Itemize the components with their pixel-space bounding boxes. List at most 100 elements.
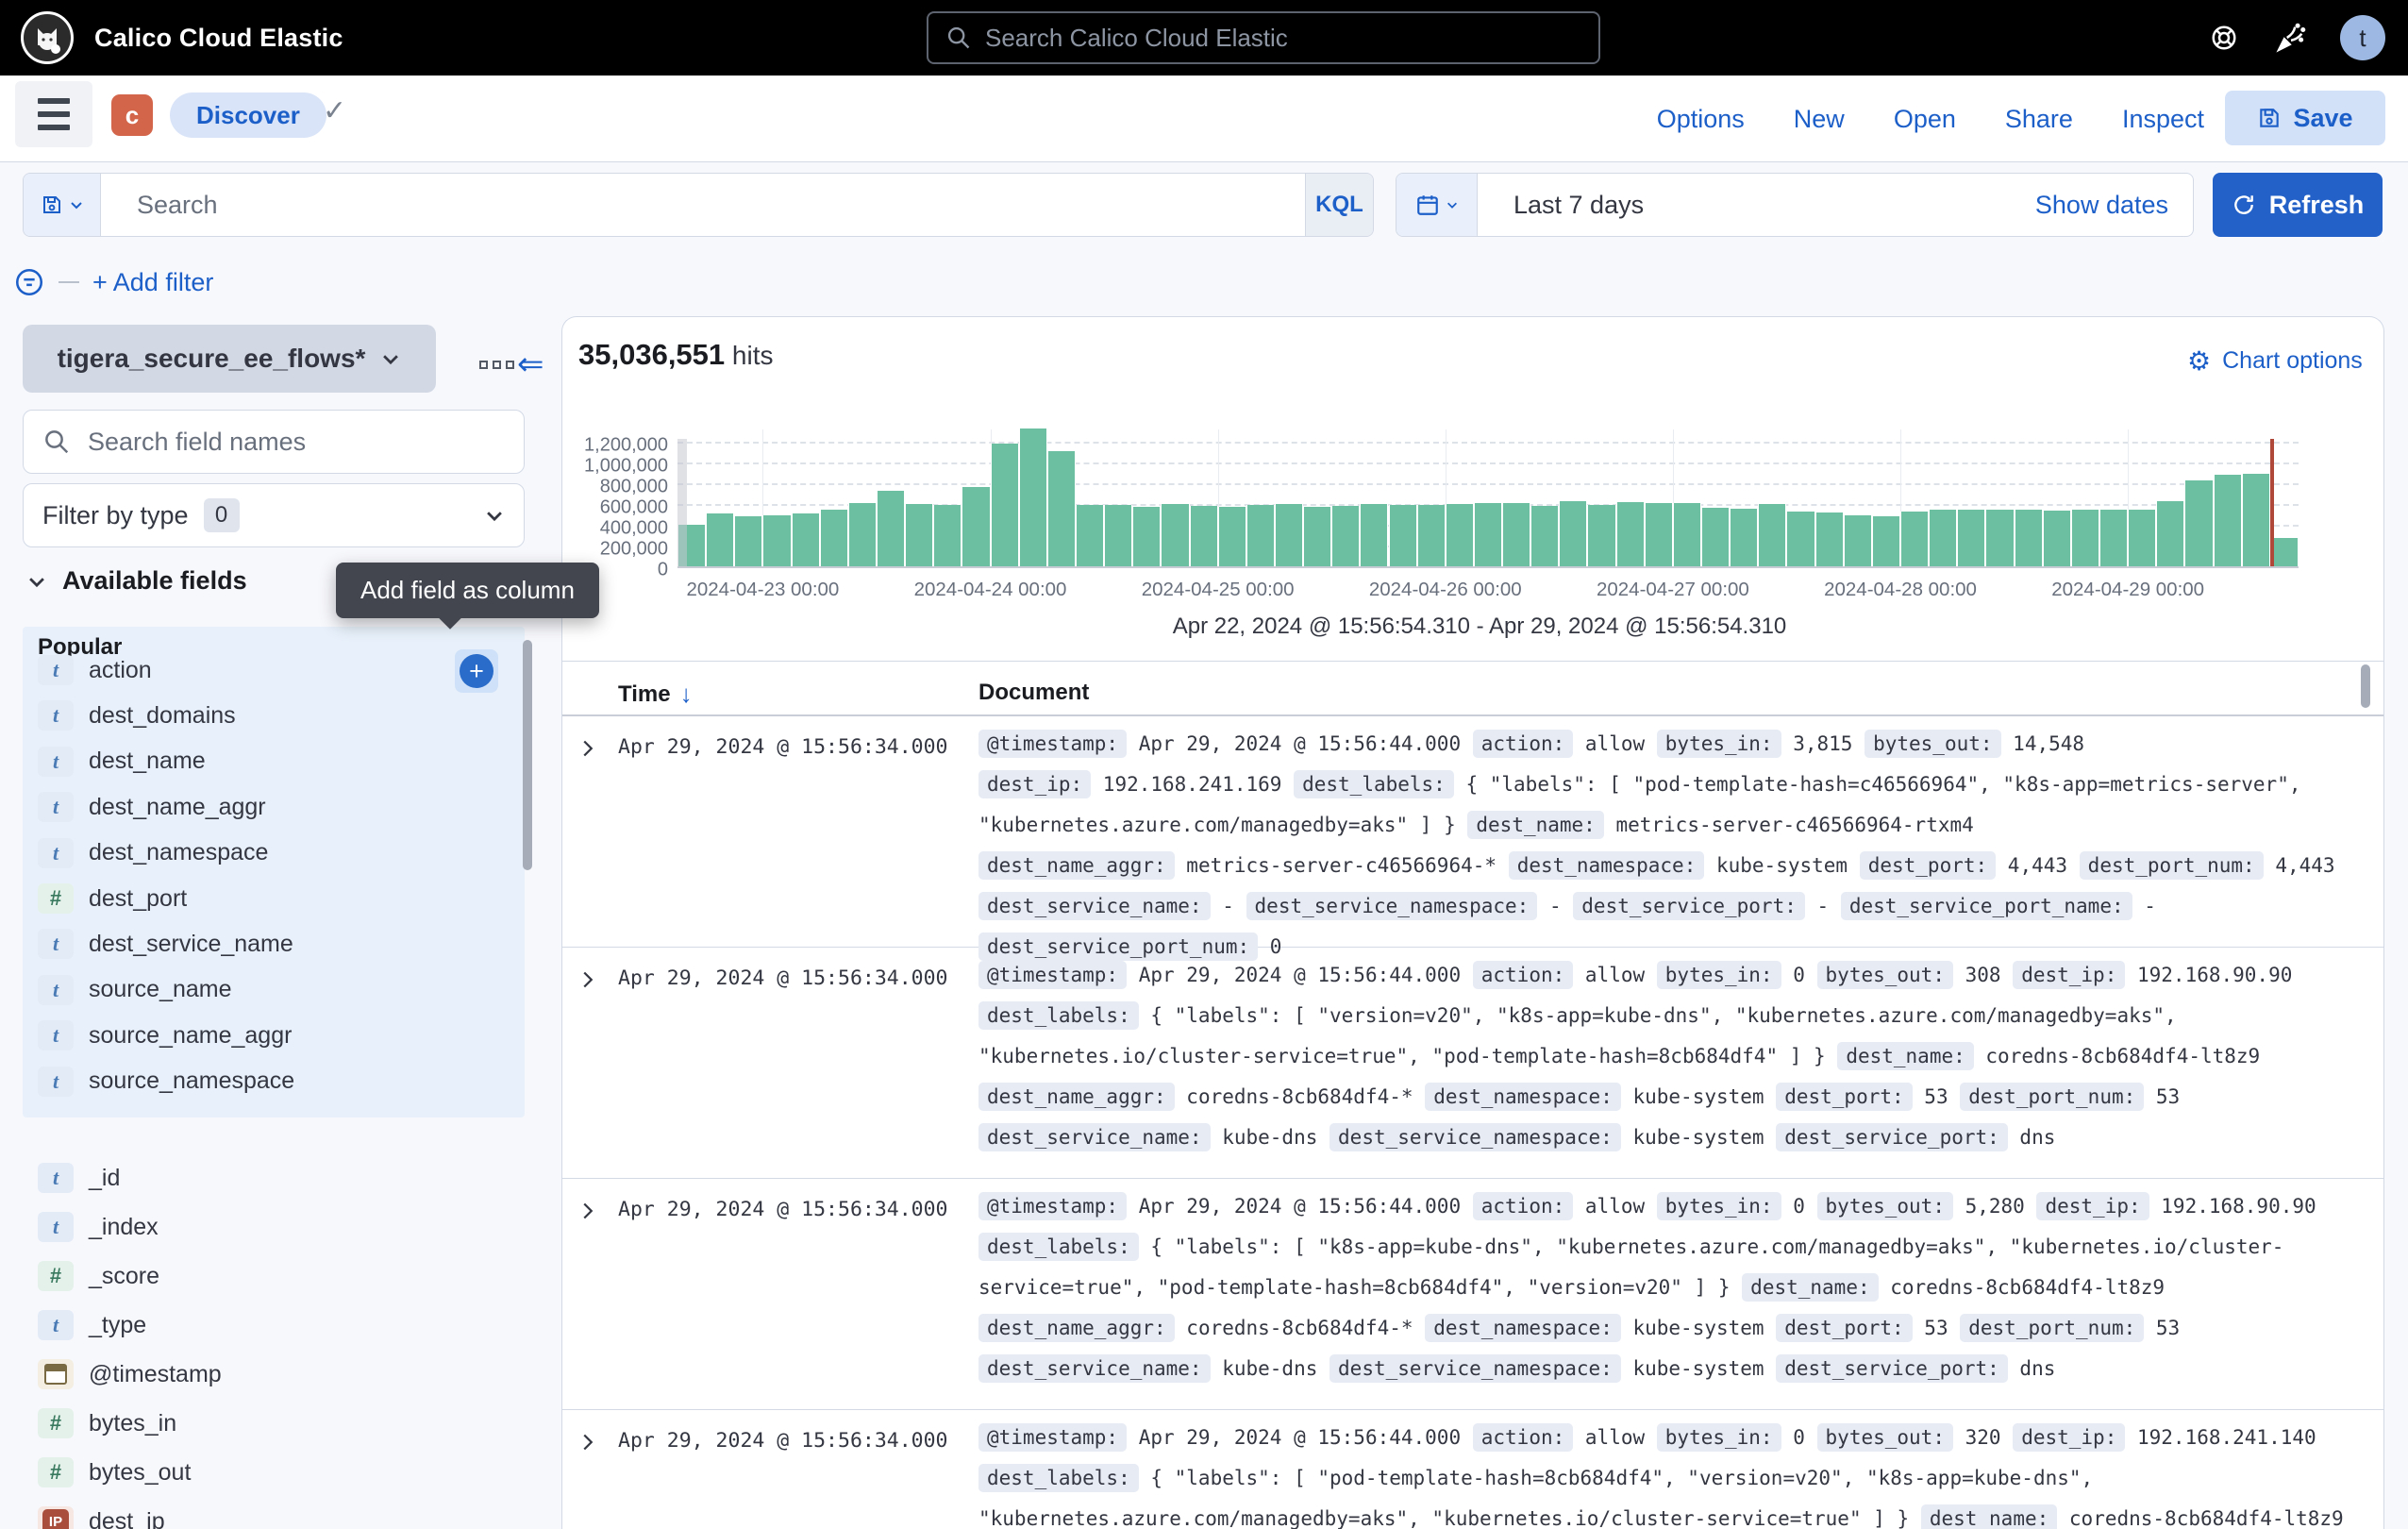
histogram-bar[interactable] [2242,474,2270,566]
histogram-bar[interactable] [2015,510,2043,566]
histogram-bar[interactable] [1844,515,1872,566]
histogram-bar[interactable] [1047,451,1076,566]
sidebar-field-@timestamp[interactable]: @timestamp [38,1355,222,1393]
sidebar-field-bytes_in[interactable]: #bytes_in [38,1404,176,1442]
histogram-bar[interactable] [1132,507,1161,566]
histogram-bar[interactable] [2184,480,2213,566]
toolbar-link-share[interactable]: Share [2005,105,2073,134]
sidebar-field-_id[interactable]: t_id [38,1159,120,1197]
sidebar-field-bytes_out[interactable]: #bytes_out [38,1453,191,1491]
sidebar-field-dest_port[interactable]: #dest_port [38,880,187,917]
histogram-bar[interactable] [1929,510,1957,567]
histogram-bar[interactable] [1530,506,1559,566]
index-pattern-selector[interactable]: tigera_secure_ee_flows* [23,325,436,393]
save-button[interactable]: Save [2225,91,2385,145]
histogram-bar[interactable] [2156,501,2184,566]
histogram-bar[interactable] [877,491,905,566]
available-fields-header[interactable]: Available fields [26,566,247,596]
histogram-bar[interactable] [905,504,933,566]
sidebar-field-source_name[interactable]: tsource_name [38,971,231,1009]
date-picker[interactable]: Last 7 days Show dates [1396,173,2194,237]
sidebar-field-dest_name_aggr[interactable]: tdest_name_aggr [38,788,266,826]
menu-icon[interactable] [15,81,92,147]
table-scrollbar[interactable] [2361,664,2370,708]
histogram-bar[interactable] [1275,504,1303,566]
expand-row-icon[interactable] [578,970,597,989]
help-icon[interactable] [2210,15,2238,60]
expand-row-icon[interactable] [578,1433,597,1452]
histogram-bar[interactable] [1872,516,1900,566]
add-field-as-column-button[interactable]: + [460,654,493,688]
histogram-bar[interactable] [1645,503,1673,566]
show-dates-link[interactable]: Show dates [2035,191,2168,220]
saved-query-menu-button[interactable] [24,174,101,236]
whats-new-icon[interactable] [2274,15,2308,60]
histogram-bar[interactable] [1474,503,1502,566]
histogram-bar[interactable] [2099,510,2128,566]
toolbar-link-options[interactable]: Options [1657,105,1745,134]
sidebar-field-action[interactable]: taction [38,651,152,689]
sidebar-field-dest_domains[interactable]: tdest_domains [38,697,236,734]
histogram-bar[interactable] [2128,510,2156,567]
histogram-bar[interactable] [933,505,962,566]
sidebar-field-_index[interactable]: t_index [38,1208,159,1246]
histogram-bar[interactable] [1502,503,1530,566]
histogram-bar[interactable] [1815,512,1844,566]
expand-row-icon[interactable] [578,739,597,758]
histogram-bar[interactable] [1446,504,1474,566]
histogram-bar[interactable] [1019,428,1047,566]
histogram-bar[interactable] [1161,504,1189,566]
sidebar-field-dest_name[interactable]: tdest_name [38,743,206,781]
histogram-bar[interactable] [1786,512,1814,566]
histogram-bar[interactable] [1985,510,2014,566]
query-bar[interactable]: Search KQL [23,173,1374,237]
sidebar-field-dest_ip[interactable]: IPdest_ip [38,1503,165,1529]
toolbar-link-inspect[interactable]: Inspect [2122,105,2204,134]
histogram-bar[interactable] [762,515,791,566]
histogram-bar[interactable] [1616,502,1645,566]
sidebar-field-source_name_aggr[interactable]: tsource_name_aggr [38,1017,292,1054]
sidebar-field-dest_namespace[interactable]: tdest_namespace [38,834,268,872]
global-search-input[interactable]: Search Calico Cloud Elastic [927,11,1600,64]
histogram-bar[interactable] [1104,505,1132,566]
sidebar-field-source_namespace[interactable]: tsource_namespace [38,1063,294,1101]
histogram-bar[interactable] [1218,507,1246,566]
filter-by-type-dropdown[interactable]: Filter by type 0 [23,483,525,547]
histogram-bar[interactable] [962,487,990,566]
chart-options-link[interactable]: ⚙ Chart options [2187,345,2363,377]
histogram-bar[interactable] [1303,507,1331,566]
refresh-button[interactable]: Refresh [2213,173,2383,237]
histogram-bar[interactable] [792,513,820,566]
filter-icon[interactable] [13,266,45,298]
histogram-bar[interactable] [2043,511,2071,566]
histogram-bar[interactable] [1758,504,1786,566]
field-search-input[interactable]: Search field names [23,410,525,474]
column-header-time[interactable]: Time↓ [618,680,693,709]
histogram-bar[interactable] [1559,501,1587,566]
date-quick-menu-button[interactable] [1396,174,1478,236]
expand-row-icon[interactable] [578,1201,597,1220]
breadcrumb[interactable]: Discover [170,92,326,138]
histogram-bar[interactable] [848,503,877,566]
add-filter-link[interactable]: + Add filter [92,268,213,297]
sidebar-field-_score[interactable]: #_score [38,1257,159,1295]
histogram-bar[interactable] [1900,512,1929,566]
histogram-bar[interactable] [734,516,762,566]
collapse-sidebar-icon[interactable]: ⇐ [517,345,544,383]
histogram-bar[interactable] [991,444,1019,566]
histogram-bar[interactable] [1190,506,1218,566]
histogram-bar[interactable] [1360,504,1388,566]
histogram-bar[interactable] [1673,503,1701,566]
kql-language-button[interactable]: KQL [1305,174,1373,236]
toolbar-link-open[interactable]: Open [1894,105,1956,134]
histogram-bar[interactable] [1389,505,1417,566]
time-range-value[interactable]: Last 7 days [1513,191,2035,220]
sidebar-field-dest_service_name[interactable]: tdest_service_name [38,925,293,963]
sidebar-scrollbar[interactable] [523,640,532,870]
histogram-bar[interactable] [1417,505,1446,566]
histogram-bar[interactable] [1957,510,1985,566]
histogram-bar[interactable] [1587,505,1615,566]
histogram-bar[interactable] [1076,505,1104,566]
histogram-bar[interactable] [706,513,734,566]
toolbar-link-new[interactable]: New [1794,105,1845,134]
